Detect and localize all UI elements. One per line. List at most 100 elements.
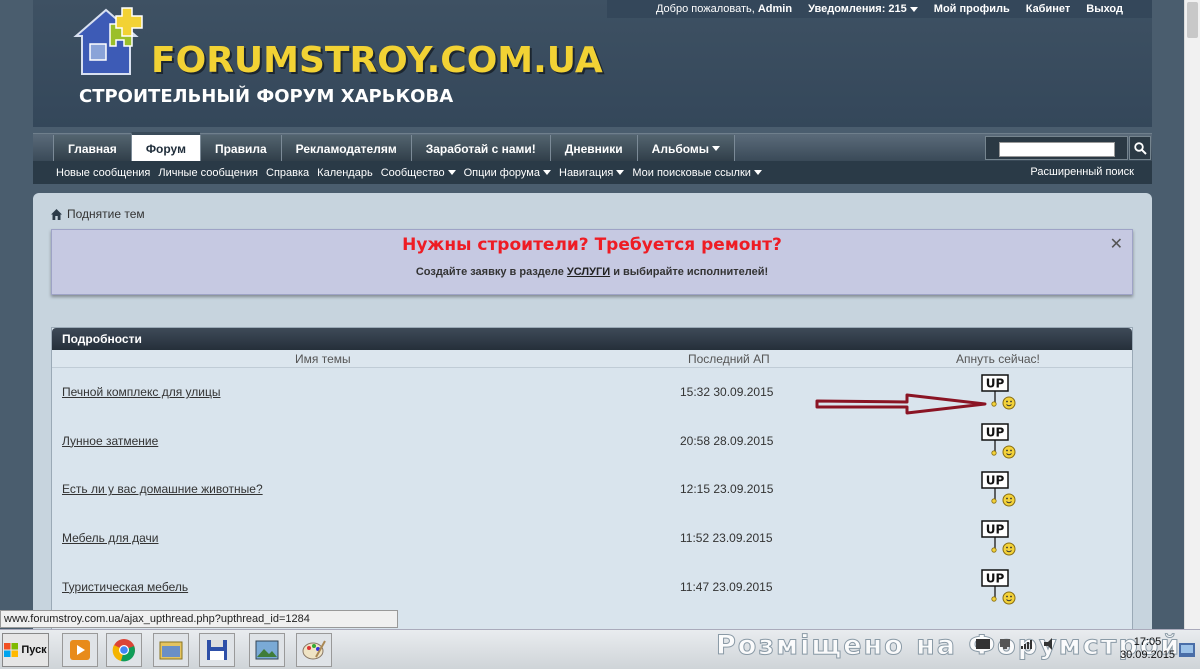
subnav-new-posts[interactable]: Новые сообщения [56,167,150,179]
subnav-navigation[interactable]: Навигация [559,167,625,179]
column-up-now: Апнуть сейчас! [956,352,1040,366]
username-link[interactable]: Admin [758,3,792,15]
tab-label: Главная [68,141,117,156]
network-icon[interactable] [998,638,1012,650]
floppy-disk-icon [207,640,227,660]
subnav-community[interactable]: Сообщество [381,167,456,179]
chevron-down-icon [712,146,721,151]
site-header: FORUMSTROY.COM.UA СТРОИТЕЛЬНЫЙ ФОРУМ ХАР… [33,0,1152,127]
last-up-time: 11:52 23.09.2015 [680,531,773,546]
up-thread-icon[interactable]: UP [980,422,1016,460]
start-label: Пуск [21,644,47,656]
last-up-time: 11:47 23.09.2015 [680,579,773,594]
chevron-down-icon [753,170,762,176]
page-scrollbar[interactable] [1184,0,1200,630]
tab-home[interactable]: Главная [53,135,131,162]
taskbar-chrome[interactable] [106,633,142,667]
chrome-icon [112,639,135,662]
tab-label: Дневники [564,141,623,156]
breadcrumb-current: Поднятие тем [67,207,145,221]
scrollbar-thumb[interactable] [1187,2,1198,38]
services-link[interactable]: УСЛУГИ [567,266,610,278]
search-box [985,136,1128,160]
notice-text: Создайте заявку в разделе УСЛУГИ и выбир… [415,266,769,278]
keyboard-icon[interactable] [976,638,990,650]
sub-navbar: Новые сообщения Личные сообщения Справка… [33,161,1152,184]
tab-advertisers[interactable]: Рекламодателям [280,135,411,162]
table-row: Лунное затмение 20:58 28.09.2015 UP [52,417,1132,466]
os-taskbar: Пуск Розміщено на Форумстрой 17:05 30.09… [0,629,1200,669]
tab-diaries[interactable]: Дневники [549,135,637,162]
topic-link[interactable]: Мебель для дачи [62,531,158,545]
system-tray [976,638,1058,650]
up-thread-icon[interactable]: UP [980,519,1016,557]
annotation-arrow-icon [815,393,987,415]
topic-link[interactable]: Лунное затмение [62,434,158,448]
user-bar: Добро пожаловать, Admin Уведомления: 215… [607,0,1152,18]
main-navbar: Главная Форум Правила Рекламодателям Зар… [33,132,1152,162]
search-button[interactable] [1129,136,1151,160]
paint-palette-icon [302,640,326,660]
search-input[interactable] [999,142,1115,157]
taskbar-paint[interactable] [296,633,332,667]
taskbar-save-app[interactable] [199,633,235,667]
volume-icon[interactable] [1020,638,1036,650]
taskbar-media-player[interactable] [62,633,98,667]
chevron-down-icon [616,170,625,176]
subnav-search-links[interactable]: Мои поисковые ссылки [632,167,762,179]
table-row: Мебель для дачи 11:52 23.09.2015 UP [52,514,1132,563]
topic-link[interactable]: Печной комплекс для улицы [62,385,220,399]
tab-label: Альбомы [651,141,710,156]
subnav-forum-options[interactable]: Опции форума [464,167,551,179]
tab-albums[interactable]: Альбомы [636,135,736,162]
speaker-icon[interactable] [1044,638,1058,650]
subnav-calendar[interactable]: Календарь [317,167,373,179]
taskbar-file-manager[interactable] [153,633,189,667]
up-label: UP [986,377,1005,391]
subnav-private-messages[interactable]: Личные сообщения [158,167,258,179]
media-player-icon [70,640,90,660]
chevron-down-icon [909,6,918,12]
image-viewer-icon [255,640,279,660]
up-label: UP [986,571,1005,585]
up-thread-icon[interactable]: UP [980,470,1016,508]
watermark-text: Розміщено на Форумстрой [715,630,1182,662]
notice-banner: Нужны строители? Требуется ремонт? Созда… [51,229,1133,295]
column-last-up: Последний АП [688,352,770,366]
taskbar-clock[interactable]: 17:05 30.09.2015 [1120,636,1175,662]
tab-label: Заработай с нами! [425,141,536,156]
logo-text[interactable]: FORUMSTROY.COM.UA [151,40,603,81]
start-button[interactable]: Пуск [2,633,49,667]
notifications-link[interactable]: Уведомления: 215 [808,3,918,15]
logout-link[interactable]: Выход [1086,3,1123,15]
column-topic-name: Имя темы [295,352,351,366]
tab-label: Рекламодателям [295,141,397,156]
details-header: Подробности [52,328,1132,350]
notice-title: Нужны строители? Требуется ремонт? [402,235,782,255]
taskbar-image-viewer[interactable] [249,633,285,667]
table-row: Туристическая мебель 11:47 23.09.2015 UP [52,563,1132,612]
subnav-help[interactable]: Справка [266,167,309,179]
up-label: UP [986,523,1005,537]
tab-rules[interactable]: Правила [199,135,281,162]
logo-house-icon[interactable] [70,6,152,76]
tab-label: Форум [145,141,186,156]
home-icon[interactable] [51,208,62,220]
show-desktop-icon[interactable] [1179,643,1195,657]
tab-earn[interactable]: Заработай с нами! [410,135,550,162]
cabinet-link[interactable]: Кабинет [1026,3,1071,15]
topic-link[interactable]: Есть ли у вас домашние животные? [62,482,263,496]
table-header: Имя темы Последний АП Апнуть сейчас! [52,350,1132,368]
details-panel: Подробности Имя темы Последний АП Апнуть… [51,327,1133,633]
up-label: UP [986,474,1005,488]
up-thread-icon[interactable]: UP [980,568,1016,606]
folder-icon [159,641,183,660]
advanced-search-link[interactable]: Расширенный поиск [1030,166,1134,178]
close-icon[interactable]: ✕ [1110,234,1123,254]
clock-time: 17:05 [1133,636,1162,648]
tab-forum[interactable]: Форум [130,132,200,162]
welcome-text: Добро пожаловать, Admin [655,3,793,15]
clock-date: 30.09.2015 [1120,649,1176,661]
my-profile-link[interactable]: Мой профиль [934,3,1010,15]
topic-link[interactable]: Туристическая мебель [62,580,188,594]
